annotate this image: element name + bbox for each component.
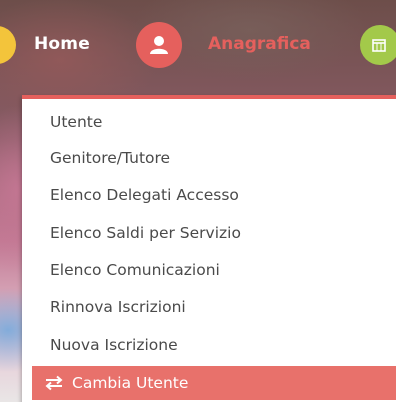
cambia-utente-label: Cambia Utente bbox=[72, 374, 189, 392]
nav-anagrafica-link[interactable]: Anagrafica bbox=[208, 34, 311, 54]
menu-item-elenco-saldi-servizio[interactable]: Elenco Saldi per Servizio bbox=[50, 224, 241, 242]
menu-item-utente[interactable]: Utente bbox=[50, 113, 102, 131]
screen: Home Anagrafica Utente Genitore/Tutore E… bbox=[0, 0, 396, 402]
top-nav: Home Anagrafica bbox=[0, 22, 396, 68]
anagrafica-dropdown-menu bbox=[22, 95, 396, 402]
menu-item-rinnova-iscrizioni[interactable]: Rinnova Iscrizioni bbox=[50, 298, 186, 316]
home-icon[interactable] bbox=[0, 26, 16, 64]
menu-item-genitore-tutore[interactable]: Genitore/Tutore bbox=[50, 149, 170, 167]
calendar-icon[interactable] bbox=[360, 25, 396, 65]
swap-arrows-icon bbox=[45, 375, 63, 391]
menu-item-elenco-delegati-accesso[interactable]: Elenco Delegati Accesso bbox=[50, 186, 239, 204]
menu-item-elenco-comunicazioni[interactable]: Elenco Comunicazioni bbox=[50, 261, 220, 279]
calendar-glyph bbox=[372, 39, 386, 52]
user-glyph bbox=[150, 36, 168, 54]
menu-item-cambia-utente[interactable]: Cambia Utente bbox=[32, 366, 396, 400]
menu-item-nuova-iscrizione[interactable]: Nuova Iscrizione bbox=[50, 336, 178, 354]
user-icon[interactable] bbox=[136, 22, 182, 68]
nav-home-link[interactable]: Home bbox=[34, 34, 90, 54]
